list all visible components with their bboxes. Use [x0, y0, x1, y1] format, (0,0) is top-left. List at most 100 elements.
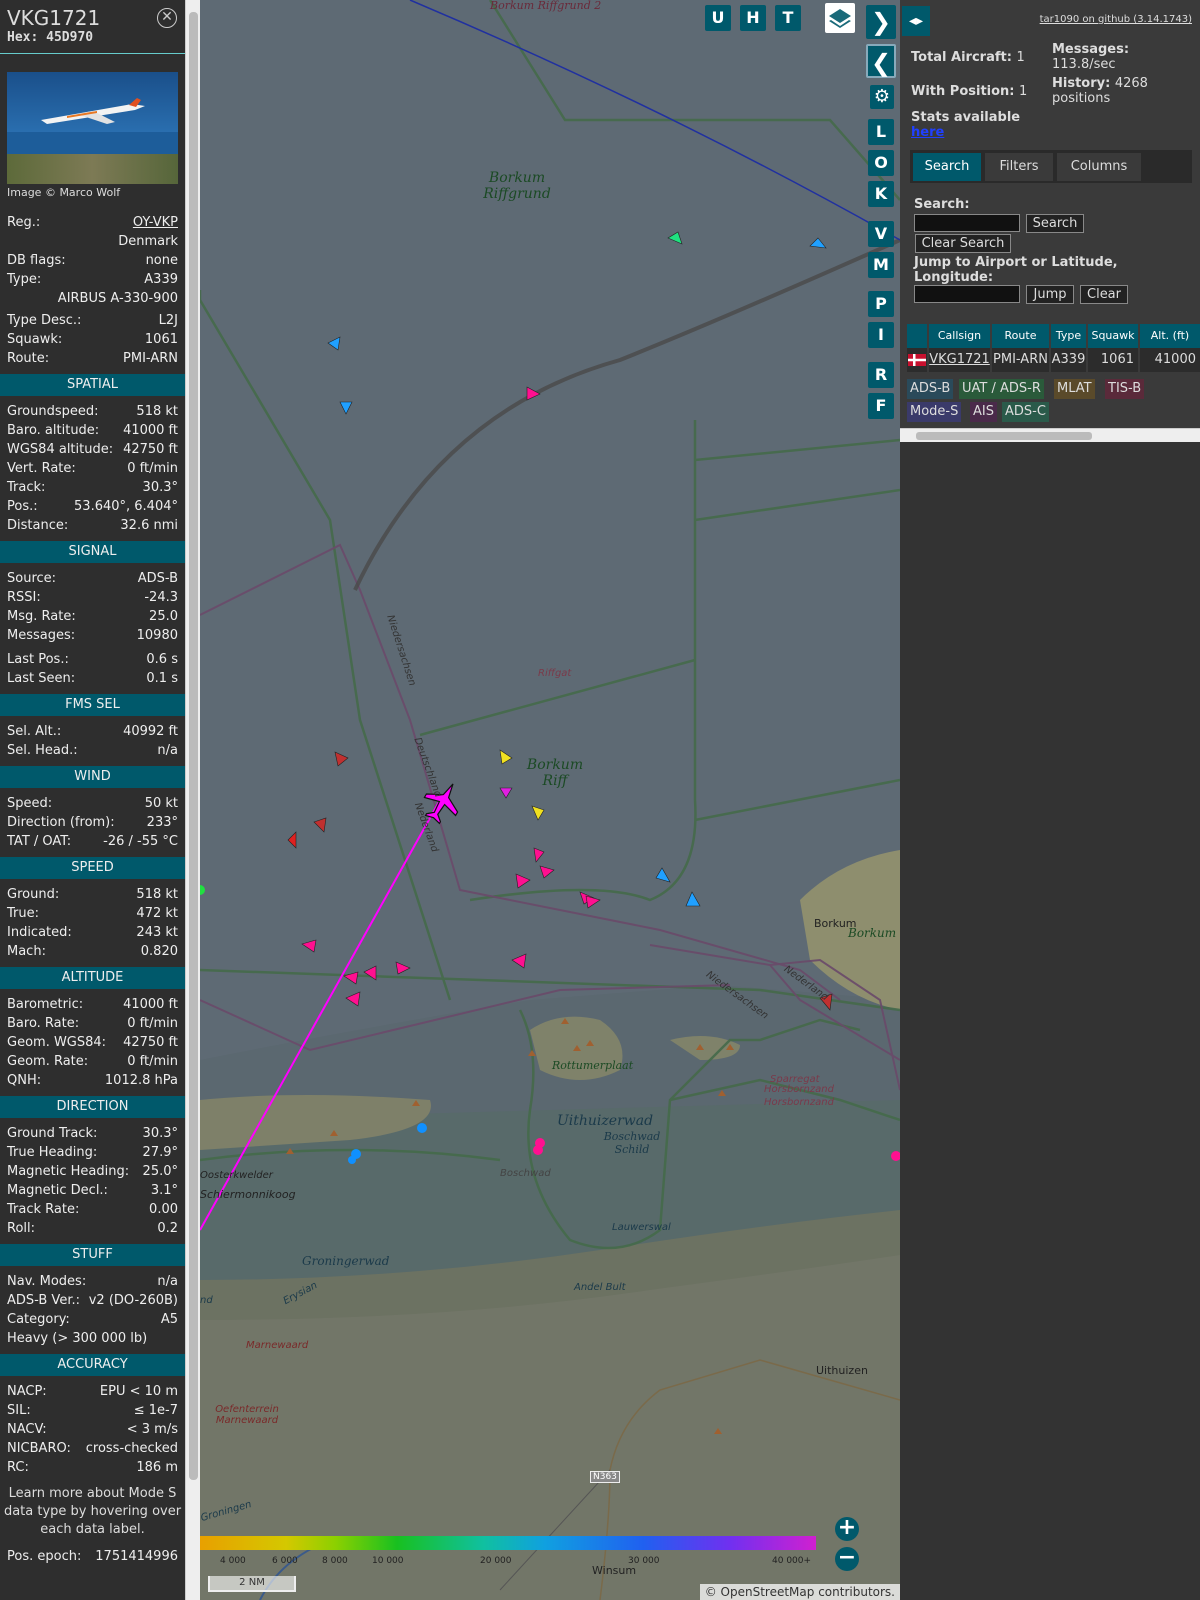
header-squawk[interactable]: Squawk: [1088, 324, 1140, 348]
info-label[interactable]: Source:: [7, 569, 56, 588]
search-button[interactable]: Search: [1026, 214, 1084, 233]
section-header-signal[interactable]: SIGNAL: [0, 541, 185, 563]
zoom-in-button[interactable]: +: [835, 1517, 859, 1541]
info-label[interactable]: RSSI:: [7, 588, 41, 607]
detail-value[interactable]: OY-VKP: [133, 213, 178, 232]
info-label[interactable]: Sel. Head.:: [7, 741, 78, 760]
badge-tisb[interactable]: TIS-B: [1105, 379, 1145, 399]
map-button-m[interactable]: M: [868, 252, 894, 278]
info-label[interactable]: TAT / OAT:: [7, 832, 71, 851]
badge-adsb[interactable]: ADS-B: [907, 379, 954, 399]
info-label[interactable]: Groundspeed:: [7, 402, 98, 421]
row-callsign[interactable]: VKG1721: [929, 348, 992, 372]
info-label[interactable]: Ground:: [7, 885, 59, 904]
section-header-altitude[interactable]: ALTITUDE: [0, 967, 185, 989]
info-label[interactable]: Indicated:: [7, 923, 72, 942]
toggle-sidebar-icon[interactable]: ◂▸: [902, 6, 930, 36]
table-horizontal-scrollbar[interactable]: [900, 428, 1200, 442]
section-header-speed[interactable]: SPEED: [0, 857, 185, 879]
tab-filters[interactable]: Filters: [985, 153, 1053, 181]
map-button-t[interactable]: T: [775, 5, 801, 31]
settings-gear-icon[interactable]: ⚙: [870, 85, 894, 109]
header-callsign[interactable]: Callsign: [929, 324, 992, 348]
jump-button[interactable]: Jump: [1026, 285, 1074, 304]
zoom-out-button[interactable]: −: [835, 1547, 859, 1571]
layers-button[interactable]: [825, 3, 855, 33]
clear-search-button[interactable]: Clear Search: [915, 234, 1011, 253]
tab-search[interactable]: Search: [913, 153, 981, 181]
badge-mlat[interactable]: MLAT: [1054, 379, 1095, 399]
info-label[interactable]: Magnetic Decl.:: [7, 1181, 108, 1200]
badge-adsc[interactable]: ADS-C: [1002, 402, 1049, 422]
info-label[interactable]: Track Rate:: [7, 1200, 79, 1219]
info-panel-scrollbar[interactable]: [185, 0, 200, 1600]
header-type[interactable]: Type: [1051, 324, 1088, 348]
info-label[interactable]: True Heading:: [7, 1143, 97, 1162]
info-label[interactable]: True:: [7, 904, 39, 923]
info-label[interactable]: Baro. altitude:: [7, 421, 99, 440]
info-label[interactable]: Distance:: [7, 516, 68, 535]
info-label[interactable]: Ground Track:: [7, 1124, 97, 1143]
hscroll-thumb[interactable]: [916, 432, 1092, 440]
info-label[interactable]: Magnetic Heading:: [7, 1162, 129, 1181]
table-row[interactable]: VKG1721 PMI-ARN A339 1061 41000: [907, 348, 1200, 372]
info-label[interactable]: Last Seen:: [7, 669, 75, 688]
badge-uat[interactable]: UAT / ADS-R: [959, 379, 1044, 399]
section-header-wind[interactable]: WIND: [0, 766, 185, 788]
close-icon[interactable]: ✕: [157, 8, 177, 28]
map-button-u[interactable]: U: [705, 5, 731, 31]
map-button-r[interactable]: R: [868, 362, 894, 388]
header-altitude[interactable]: Alt. (ft): [1140, 324, 1200, 348]
badge-ais[interactable]: AIS: [970, 402, 997, 422]
info-label[interactable]: NICBARO:: [7, 1439, 71, 1458]
info-label[interactable]: Category:: [7, 1310, 70, 1329]
info-label[interactable]: Barometric:: [7, 995, 83, 1014]
info-label[interactable]: Sel. Alt.:: [7, 722, 61, 741]
map-button-p[interactable]: P: [868, 291, 894, 317]
info-label[interactable]: NACP:: [7, 1382, 47, 1401]
info-label[interactable]: Mach:: [7, 942, 46, 961]
section-header-fms-sel[interactable]: FMS SEL: [0, 694, 185, 716]
map-button-f[interactable]: F: [868, 393, 894, 419]
info-label[interactable]: Msg. Rate:: [7, 607, 76, 626]
collapse-left-button[interactable]: ❮: [866, 44, 896, 78]
map-button-v[interactable]: V: [868, 221, 894, 247]
map-button-k[interactable]: K: [868, 181, 894, 207]
info-label[interactable]: Last Pos.:: [7, 650, 69, 669]
info-label[interactable]: Baro. Rate:: [7, 1014, 79, 1033]
info-label[interactable]: ADS-B Ver.:: [7, 1291, 80, 1310]
clear-button[interactable]: Clear: [1080, 285, 1128, 304]
stats-link[interactable]: here: [911, 125, 944, 140]
info-label[interactable]: Vert. Rate:: [7, 459, 76, 478]
info-label[interactable]: Speed:: [7, 794, 52, 813]
map-button-i[interactable]: I: [868, 322, 894, 348]
info-label[interactable]: QNH:: [7, 1071, 41, 1090]
tab-columns[interactable]: Columns: [1057, 153, 1141, 181]
expand-right-button[interactable]: ❯: [866, 5, 896, 39]
info-label[interactable]: Roll:: [7, 1219, 35, 1238]
section-header-spatial[interactable]: SPATIAL: [0, 374, 185, 396]
badge-modes[interactable]: Mode-S: [907, 402, 962, 422]
map-view[interactable]: Borkum Riffgrund 2 Borkum Riffgrund Bork…: [200, 0, 900, 1600]
info-label[interactable]: Geom. Rate:: [7, 1052, 88, 1071]
info-label[interactable]: Pos.:: [7, 497, 38, 516]
info-label[interactable]: Messages:: [7, 626, 75, 645]
info-label[interactable]: WGS84 altitude:: [7, 440, 113, 459]
section-header-stuff[interactable]: STUFF: [0, 1244, 185, 1266]
jump-input[interactable]: [914, 285, 1020, 303]
info-label[interactable]: Track:: [7, 478, 45, 497]
info-label[interactable]: SIL:: [7, 1401, 31, 1420]
info-label[interactable]: Direction (from):: [7, 813, 115, 832]
map-button-o[interactable]: O: [868, 150, 894, 176]
aircraft-photo[interactable]: [7, 72, 178, 184]
github-link[interactable]: tar1090 on github (3.14.1743): [1040, 14, 1192, 25]
info-label[interactable]: RC:: [7, 1458, 29, 1477]
scrollbar-thumb[interactable]: [189, 12, 198, 1480]
search-input[interactable]: [914, 214, 1020, 232]
header-route[interactable]: Route: [992, 324, 1051, 348]
section-header-direction[interactable]: DIRECTION: [0, 1096, 185, 1118]
attribution-osm-link[interactable]: OpenStreetMap: [721, 1585, 815, 1599]
section-header-accuracy[interactable]: ACCURACY: [0, 1354, 185, 1376]
map-button-l[interactable]: L: [868, 119, 894, 145]
info-label[interactable]: NACV:: [7, 1420, 47, 1439]
